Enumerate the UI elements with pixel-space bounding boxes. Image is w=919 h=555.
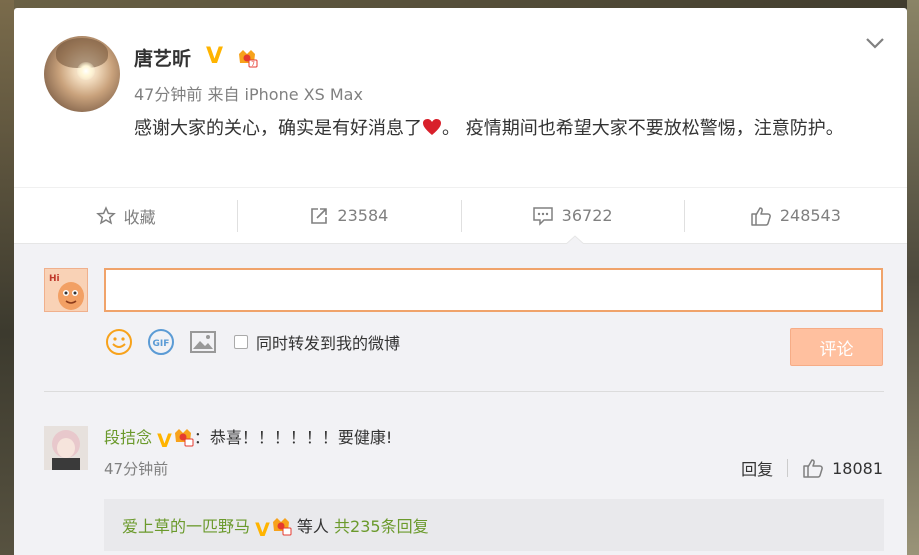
svg-text:7: 7 bbox=[251, 61, 255, 68]
also-repost-option[interactable]: 同时转发到我的微博 bbox=[234, 330, 400, 354]
my-avatar[interactable]: Hi bbox=[44, 268, 88, 312]
gif-icon[interactable]: GIF bbox=[146, 327, 176, 357]
post-text-part1: 感谢大家的关心，确实是有好消息了 bbox=[134, 118, 422, 139]
submit-comment-button[interactable]: 评论 bbox=[790, 328, 883, 366]
comment-icon bbox=[532, 206, 553, 226]
svg-text:GIF: GIF bbox=[153, 339, 170, 349]
post-text-part2: 。 疫情期间也希望大家不要放松警惕，注意防护。 bbox=[442, 118, 844, 139]
caret-up-icon bbox=[565, 235, 585, 245]
vip-member-icon bbox=[272, 518, 292, 536]
like-count: 248543 bbox=[779, 206, 841, 225]
poster-avatar[interactable] bbox=[44, 36, 120, 112]
comment-actions: 回复 18081 bbox=[741, 456, 883, 480]
divider bbox=[44, 391, 884, 392]
post-text: 感谢大家的关心，确实是有好消息了。 疫情期间也希望大家不要放松警惕，注意防护。 bbox=[134, 112, 894, 145]
avatar-light bbox=[77, 62, 95, 80]
background-edge-right bbox=[907, 0, 919, 555]
comment-like-count: 18081 bbox=[832, 458, 883, 478]
separator bbox=[787, 459, 789, 477]
also-repost-checkbox[interactable] bbox=[234, 335, 248, 349]
thumbs-up-icon[interactable] bbox=[802, 458, 824, 478]
vip-member-icon bbox=[174, 429, 194, 447]
thumbs-up-icon bbox=[751, 206, 771, 226]
verified-v-icon: V bbox=[206, 44, 224, 69]
comment-count: 36722 bbox=[561, 206, 613, 225]
verified-v-icon: V bbox=[255, 519, 270, 541]
star-icon bbox=[95, 205, 116, 225]
reply-button[interactable]: 回复 bbox=[741, 456, 773, 480]
repost-button[interactable]: 23584 bbox=[237, 188, 460, 243]
comment-section: Hi GIF 同时转发到我的微博 评论 段拮念 V ：恭喜！！！！！！要健康! … bbox=[14, 244, 907, 555]
image-icon[interactable] bbox=[188, 327, 218, 357]
verified-v-icon: V bbox=[157, 430, 172, 452]
commenter-username[interactable]: 段拮念 bbox=[104, 428, 152, 447]
heart-emoji-icon bbox=[423, 119, 441, 135]
comment-input[interactable] bbox=[104, 268, 883, 312]
reply-count-link[interactable]: 共235条回复 bbox=[334, 517, 429, 536]
commenter-photo-icon bbox=[44, 426, 88, 470]
poster-username[interactable]: 唐艺昕 bbox=[134, 44, 191, 71]
comment-time: 47分钟前 bbox=[104, 460, 169, 478]
post-action-bar: 收藏 23584 36722 248543 bbox=[14, 187, 907, 244]
post-meta: 47分钟前 来自 iPhone XS Max bbox=[134, 81, 363, 105]
commenter-avatar[interactable] bbox=[44, 426, 88, 470]
comment-line: 段拮念 V ：恭喜！！！！！！要健康! bbox=[104, 424, 392, 452]
vip-member-icon: 7 bbox=[239, 50, 258, 68]
comment-text: ：恭喜！！！！！！要健康! bbox=[193, 428, 393, 447]
favorite-button[interactable]: 收藏 bbox=[14, 188, 237, 243]
hi-sticker-avatar-icon: Hi bbox=[45, 269, 87, 311]
favorite-label: 收藏 bbox=[123, 207, 156, 227]
repost-count: 23584 bbox=[337, 206, 389, 225]
also-repost-label: 同时转发到我的微博 bbox=[256, 334, 401, 353]
background-edge-left bbox=[0, 0, 14, 555]
post-source: 来自 iPhone XS Max bbox=[207, 85, 363, 104]
svg-text:Hi: Hi bbox=[49, 274, 60, 284]
compose-toolbar: GIF 同时转发到我的微博 bbox=[104, 327, 400, 357]
share-icon bbox=[311, 207, 328, 224]
reply-mid-text: 等人 bbox=[296, 517, 329, 536]
post-timestamp[interactable]: 47分钟前 bbox=[134, 85, 202, 104]
chevron-down-icon[interactable] bbox=[865, 36, 885, 50]
weibo-card: 唐艺昕 V 7 47分钟前 来自 iPhone XS Max 感谢大家的关心，确… bbox=[14, 8, 907, 555]
like-button[interactable]: 248543 bbox=[683, 188, 907, 243]
reply-username[interactable]: 爱上草的一匹野马 bbox=[122, 517, 250, 536]
reply-summary[interactable]: 爱上草的一匹野马 V 等人 共235条回复 bbox=[104, 499, 884, 551]
emoji-icon[interactable] bbox=[104, 327, 134, 357]
